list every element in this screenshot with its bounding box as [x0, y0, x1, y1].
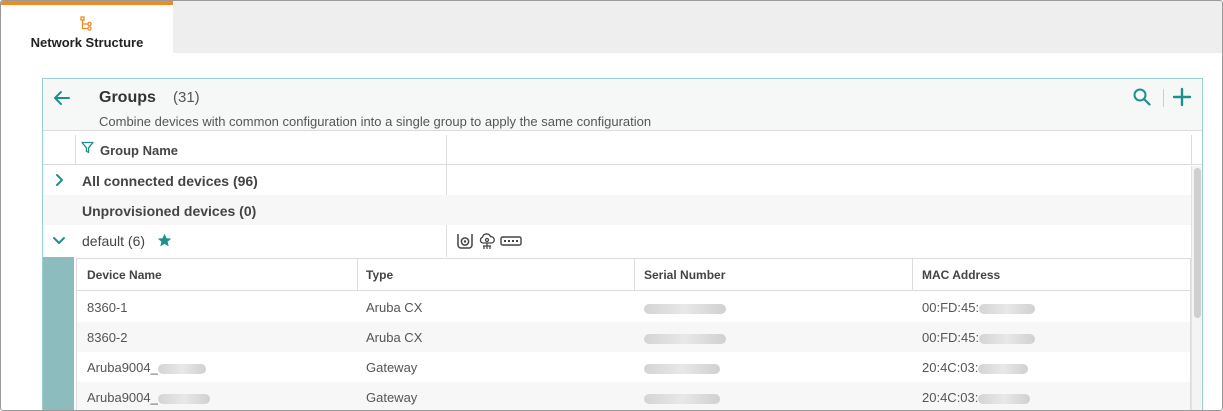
- serial-number-cell: [644, 390, 720, 405]
- device-name-cell: 8360-2: [87, 330, 128, 345]
- device-table: Device Name Type Serial Number MAC Addre…: [76, 258, 1191, 410]
- column-header-mac-address[interactable]: MAC Address: [922, 268, 1000, 282]
- back-arrow-icon[interactable]: [52, 88, 72, 108]
- switch-icon: [500, 236, 522, 246]
- mac-address-cell: 00:FD:45:: [922, 300, 1036, 315]
- group-name: default (6): [82, 233, 146, 249]
- tab-bar: Network Structure: [1, 1, 1222, 53]
- hierarchy-icon: [80, 16, 92, 31]
- column-divider: [912, 259, 913, 291]
- chevron-right-icon[interactable]: [51, 172, 67, 188]
- serial-number-cell: [644, 300, 726, 315]
- device-table-header: Device Name Type Serial Number MAC Addre…: [77, 259, 1190, 291]
- device-name-cell: Aruba9004_: [87, 390, 210, 405]
- device-type-cell: Aruba CX: [366, 300, 423, 315]
- header-divider: [1163, 89, 1164, 107]
- page-title: Groups: [99, 89, 156, 106]
- device-type-icons: [456, 232, 522, 250]
- cloud-ap-icon: [479, 233, 495, 249]
- table-row[interactable]: 8360-2 Aruba CX 00:FD:45:: [77, 322, 1190, 352]
- group-count: (31): [173, 89, 200, 106]
- column-divider: [634, 259, 635, 291]
- table-row[interactable]: 8360-1 Aruba CX 00:FD:45:: [77, 292, 1190, 322]
- group-name: All connected devices (96): [82, 173, 258, 189]
- group-row-default[interactable]: default (6): [43, 225, 1191, 255]
- star-icon[interactable]: [157, 233, 172, 248]
- column-header-serial-number[interactable]: Serial Number: [644, 268, 725, 282]
- mac-address-cell: 20:4C:03:: [922, 390, 1031, 405]
- column-header-type[interactable]: Type: [366, 268, 393, 282]
- filter-icon[interactable]: [81, 141, 94, 154]
- mac-prefix: 00:FD:45:: [922, 330, 980, 345]
- column-divider: [1191, 135, 1192, 165]
- mac-address-cell: 00:FD:45:: [922, 330, 1036, 345]
- column-divider: [75, 135, 76, 165]
- table-row[interactable]: Aruba9004_ Gateway 20:4C:03:: [77, 352, 1190, 382]
- device-type-cell: Aruba CX: [366, 330, 423, 345]
- serial-number-cell: [644, 330, 726, 345]
- device-name-prefix: Aruba9004_: [87, 390, 158, 405]
- app-window: Network Structure Groups (31) Combine de…: [0, 0, 1223, 411]
- table-row[interactable]: Aruba9004_ Gateway 20:4C:03:: [77, 382, 1190, 410]
- mac-prefix: 20:4C:03:: [922, 390, 979, 405]
- tab-network-structure[interactable]: Network Structure: [1, 1, 173, 53]
- column-divider: [357, 259, 358, 291]
- serial-number-cell: [644, 360, 720, 375]
- group-row-all-connected[interactable]: All connected devices (96): [43, 165, 1191, 195]
- device-name-prefix: Aruba9004_: [87, 360, 158, 375]
- add-group-icon[interactable]: [1171, 86, 1193, 108]
- device-name-cell: 8360-1: [87, 300, 128, 315]
- page-subtitle: Combine devices with common configuratio…: [99, 114, 652, 129]
- device-type-cell: Gateway: [366, 390, 418, 405]
- column-header-device-name[interactable]: Device Name: [87, 268, 162, 282]
- column-header-group-name[interactable]: Group Name: [100, 143, 178, 158]
- tab-label: Network Structure: [30, 35, 144, 50]
- camera-icon: [457, 234, 473, 249]
- search-icon[interactable]: [1132, 87, 1152, 107]
- device-name-cell: Aruba9004_: [87, 360, 206, 375]
- mac-prefix: 20:4C:03:: [922, 360, 979, 375]
- group-name: Unprovisioned devices (0): [82, 203, 257, 219]
- group-row-unprovisioned[interactable]: Unprovisioned devices (0): [43, 195, 1191, 225]
- groups-panel: Groups (31) Combine devices with common …: [42, 78, 1203, 410]
- vertical-scrollbar[interactable]: [1191, 166, 1202, 410]
- mac-address-cell: 20:4C:03:: [922, 360, 1029, 375]
- expanded-group-indicator: [43, 257, 74, 410]
- chevron-down-icon[interactable]: [51, 232, 67, 248]
- scrollbar-thumb[interactable]: [1194, 168, 1201, 318]
- device-type-cell: Gateway: [366, 360, 418, 375]
- column-divider: [446, 135, 447, 165]
- groups-grid-header: Group Name: [43, 135, 1202, 165]
- mac-prefix: 00:FD:45:: [922, 300, 980, 315]
- panel-header: Groups (31) Combine devices with common …: [43, 79, 1202, 131]
